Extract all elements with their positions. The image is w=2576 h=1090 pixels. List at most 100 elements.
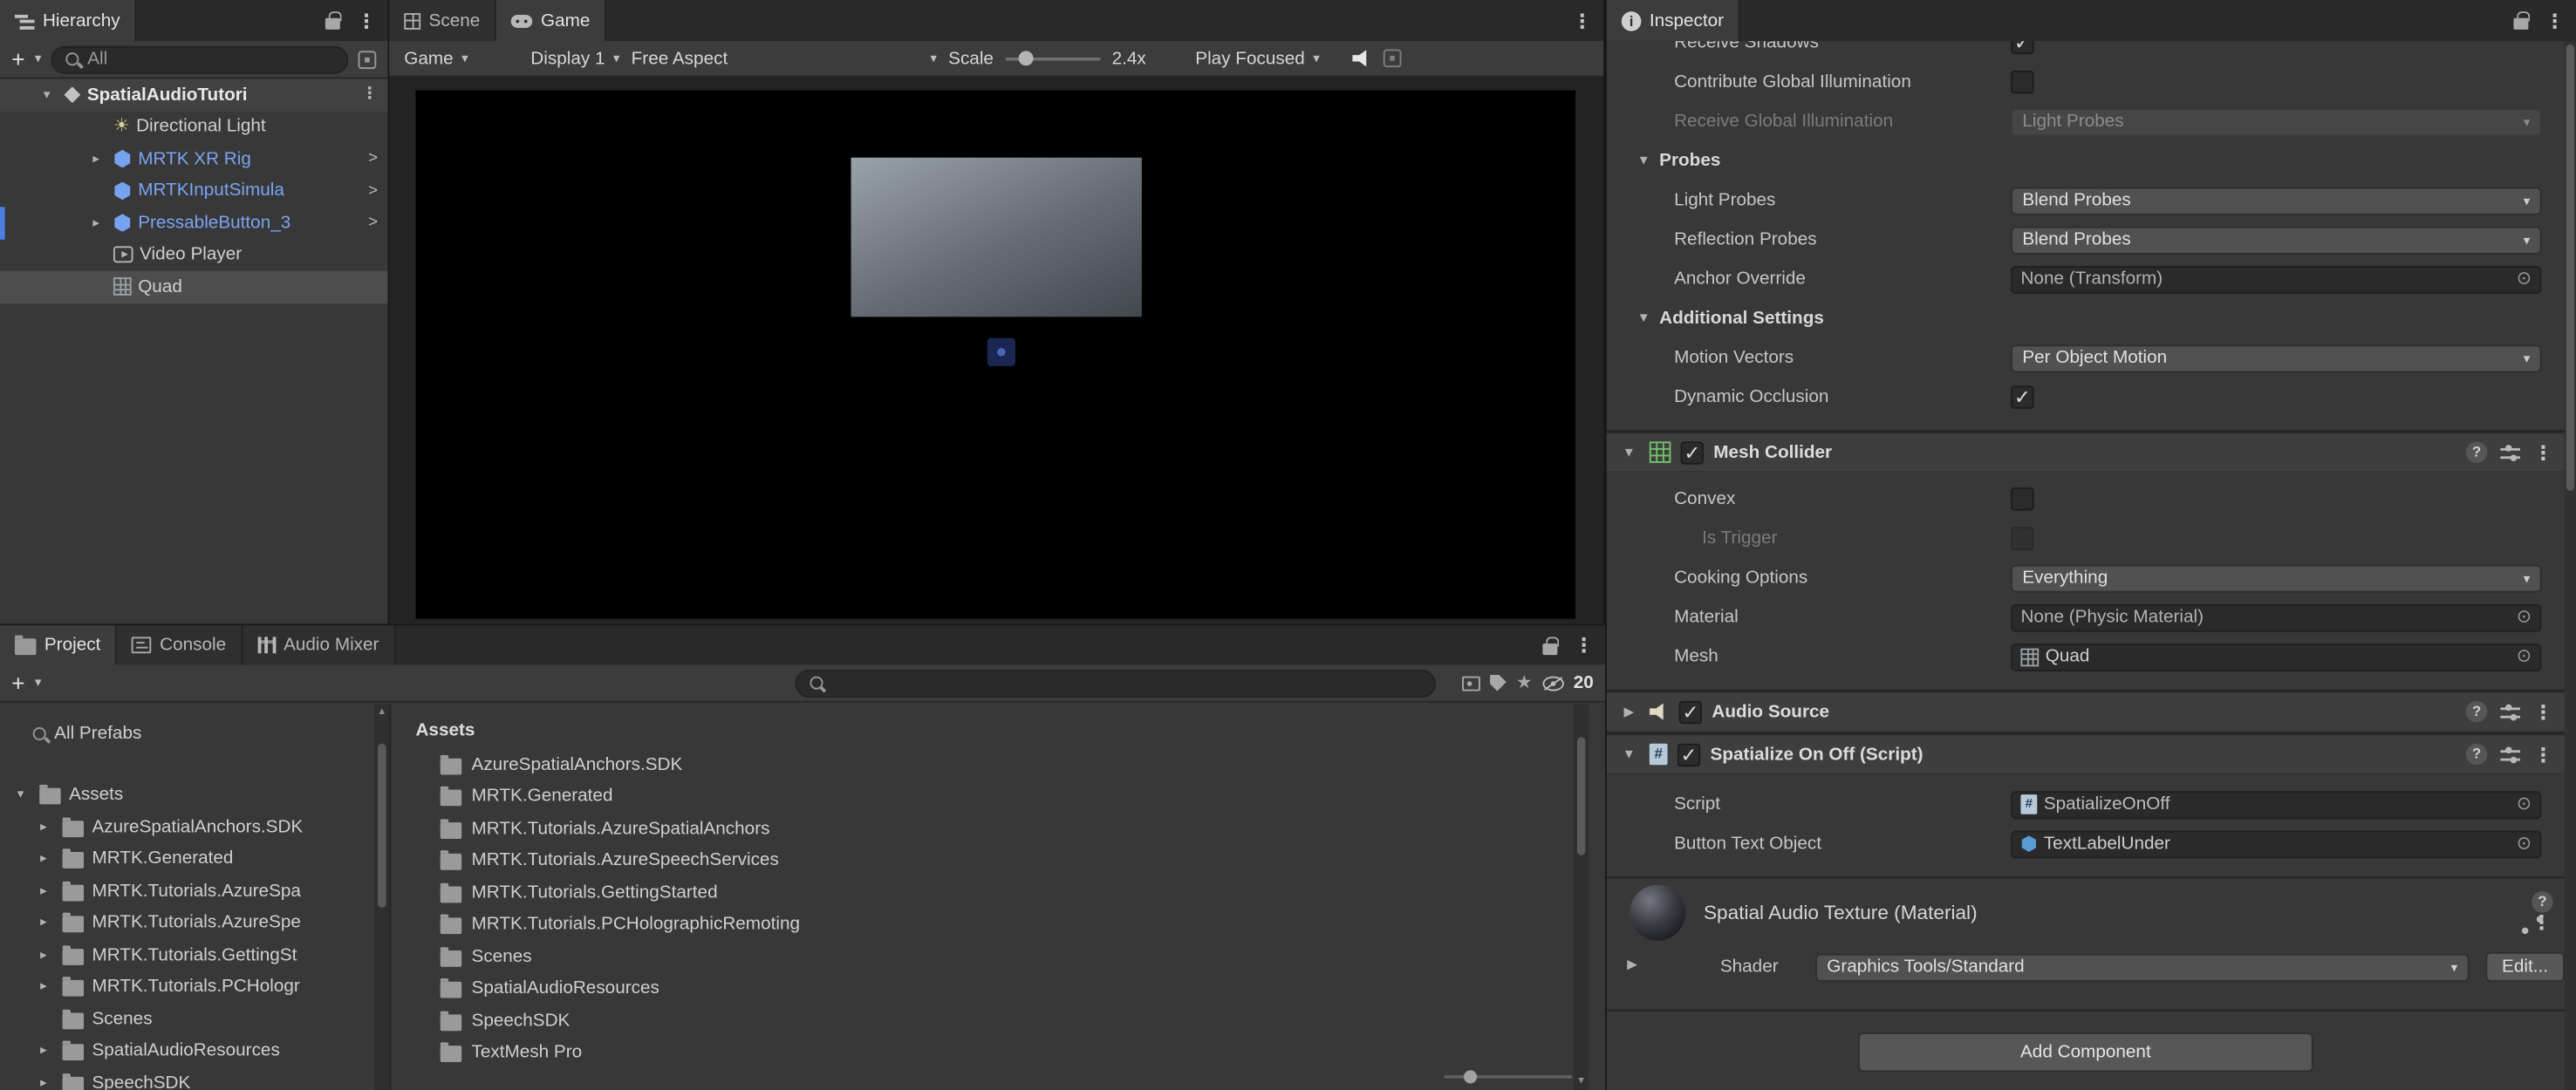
scroll-up-icon[interactable]: ▲ (377, 705, 386, 721)
foldout-icon[interactable]: ▸ (33, 916, 54, 930)
foldout-icon[interactable]: ▸ (33, 948, 54, 962)
help-icon[interactable]: ? (2465, 441, 2488, 463)
scale-slider[interactable] (1005, 51, 1101, 66)
foldout-icon[interactable]: ▶ (1618, 705, 1639, 719)
kebab-menu-icon[interactable]: ⋮ (2533, 745, 2553, 765)
physic-material-object-field[interactable]: None (Physic Material) ⊙ (2011, 603, 2542, 631)
tab-hierarchy[interactable]: Hierarchy (0, 0, 137, 42)
hidden-packages-icon[interactable] (1541, 675, 1564, 691)
presets-icon[interactable] (2500, 702, 2520, 721)
kebab-menu-icon[interactable]: ⋮ (1574, 636, 1594, 656)
convex-checkbox[interactable] (2011, 487, 2034, 511)
tab-inspector[interactable]: i Inspector (1606, 0, 1740, 42)
additional-settings-foldout[interactable]: ▼ Additional Settings (1607, 299, 2565, 338)
open-prefab-chevron-icon[interactable]: > (368, 181, 387, 200)
receive-shadows-checkbox[interactable]: ✓ (2011, 41, 2034, 55)
scrollbar-thumb[interactable] (2566, 44, 2575, 491)
folder-item[interactable]: MRTK.Tutorials.PCHolographicRemoting (391, 909, 1605, 941)
scale-slider-knob[interactable] (1018, 51, 1034, 66)
folder-item[interactable]: MRTK.Generated (391, 780, 1605, 813)
object-picker-icon[interactable]: ⊙ (2517, 608, 2532, 626)
tree-folder[interactable]: Scenes (0, 1003, 389, 1035)
foldout-icon[interactable]: ▸ (33, 820, 54, 834)
foldout-icon[interactable]: ▸ (33, 852, 54, 865)
folder-item[interactable]: SpeechSDK (391, 1005, 1605, 1037)
foldout-icon[interactable]: ▸ (33, 979, 54, 993)
folder-item[interactable]: MRTK.Tutorials.GettingStarted (391, 876, 1605, 909)
tree-folder[interactable]: ▸ MRTK.Tutorials.AzureSpa (0, 875, 389, 907)
scene-kebab-icon[interactable]: ⋮ (361, 85, 387, 103)
create-asset-button[interactable]: + (11, 671, 24, 694)
help-icon[interactable]: ? (2465, 700, 2488, 723)
foldout-icon[interactable]: ▾ (36, 87, 57, 101)
material-header[interactable]: Spatial Audio Texture (Material) ? ⋮ (1607, 878, 2565, 947)
tree-folder[interactable]: ▸ MRTK.Tutorials.AzureSpe (0, 907, 389, 939)
object-picker-icon[interactable]: ⊙ (2517, 269, 2532, 289)
scroll-down-icon[interactable]: ▼ (1576, 1073, 1586, 1090)
open-prefab-chevron-icon[interactable]: > (368, 214, 387, 232)
tab-console[interactable]: Console (117, 625, 243, 665)
foldout-icon[interactable]: ▸ (33, 1044, 54, 1058)
edit-shader-button[interactable]: Edit... (2485, 951, 2565, 982)
play-focus-dropdown[interactable]: Play Focused ▾ (1195, 49, 1320, 69)
shader-dropdown[interactable]: Graphics Tools/Standard ▾ (1815, 952, 2470, 981)
reflection-probes-dropdown[interactable]: Blend Probes ▾ (2011, 225, 2542, 254)
hierarchy-item-mrtk-xr-rig[interactable]: ▸ MRTK XR Rig > (0, 143, 387, 175)
tree-folder[interactable]: ▸ MRTK.Generated (0, 843, 389, 875)
lock-icon[interactable] (2513, 11, 2530, 30)
component-enabled-checkbox[interactable]: ✓ (1677, 742, 1701, 766)
tree-root-assets[interactable]: ▾ Assets (0, 779, 389, 811)
kebab-menu-icon[interactable]: ⋮ (2533, 442, 2553, 462)
search-by-type-icon[interactable] (1461, 675, 1480, 691)
display-dropdown[interactable]: Display 1 ▾ (530, 49, 619, 69)
hierarchy-item-mrtk-input-simulator[interactable]: MRTKInputSimula > (0, 174, 387, 207)
tab-scene[interactable]: Scene (389, 0, 497, 42)
add-component-button[interactable]: Add Component (1858, 1032, 2313, 1073)
mute-audio-icon[interactable] (1352, 50, 1367, 67)
dynamic-occlusion-checkbox[interactable]: ✓ (2011, 385, 2034, 409)
hierarchy-item-video-player[interactable]: Video Player (0, 239, 387, 271)
light-probes-dropdown[interactable]: Blend Probes ▾ (2011, 186, 2542, 215)
lock-icon[interactable] (325, 11, 341, 30)
receive-shadows-row[interactable]: Receive Shadows ✓ (1607, 41, 2565, 62)
icon-size-knob[interactable] (1464, 1070, 1478, 1084)
tree-scrollbar[interactable]: ▲ (374, 704, 390, 1090)
object-picker-icon[interactable]: ⊙ (2517, 834, 2532, 853)
foldout-icon[interactable]: ▸ (33, 883, 54, 897)
display-target-dropdown[interactable]: Game ▾ (404, 49, 468, 69)
kebab-menu-icon[interactable]: ⋮ (1572, 10, 1592, 31)
lock-icon[interactable] (1542, 636, 1559, 655)
scrollbar-thumb[interactable] (378, 743, 386, 909)
foldout-icon[interactable]: ▸ (33, 1076, 54, 1089)
script-object-field[interactable]: # SpatializeOnOff ⊙ (2011, 790, 2542, 819)
game-viewport[interactable] (415, 90, 1576, 619)
anchor-override-object-field[interactable]: None (Transform) ⊙ (2011, 265, 2542, 294)
foldout-icon[interactable]: ▼ (1633, 153, 1654, 167)
inspector-scrollbar[interactable] (2564, 41, 2576, 1090)
folder-item[interactable]: Scenes (391, 941, 1605, 973)
favorites-icon[interactable]: ★ (1516, 673, 1533, 692)
tab-project[interactable]: Project (0, 625, 118, 665)
mesh-object-field[interactable]: Quad ⊙ (2011, 642, 2542, 671)
material-preview-sphere[interactable] (1630, 884, 1686, 941)
foldout-icon[interactable]: ▼ (1618, 445, 1639, 459)
foldout-icon[interactable]: ▼ (1633, 311, 1654, 325)
list-scrollbar[interactable]: ▼ (1574, 704, 1589, 1090)
button-text-object-field[interactable]: TextLabelUnder ⊙ (2011, 829, 2542, 858)
create-dropdown-caret[interactable]: ▾ (35, 51, 42, 65)
contribute-gi-checkbox[interactable] (2011, 70, 2034, 94)
folder-item[interactable]: MRTK.Tutorials.AzureSpeechServices (391, 845, 1605, 877)
receive-gi-dropdown[interactable]: Light Probes ▾ (2011, 107, 2542, 136)
mesh-collider-header[interactable]: ▼ ✓ Mesh Collider ? ⋮ (1606, 432, 2565, 473)
tree-folder[interactable]: ▸ MRTK.Tutorials.PCHologr (0, 971, 389, 1003)
icon-size-slider[interactable] (1444, 1070, 1573, 1084)
tree-folder[interactable]: ▸ MRTK.Tutorials.GettingSt (0, 939, 389, 971)
tree-folder[interactable]: ▸ SpeechSDK (0, 1067, 389, 1090)
project-search-input[interactable] (795, 669, 1436, 698)
kebab-menu-icon[interactable]: ⋮ (357, 10, 377, 31)
scene-picker-icon[interactable] (358, 50, 377, 69)
object-picker-icon[interactable]: ⊙ (2517, 647, 2532, 666)
create-object-button[interactable]: + (11, 48, 24, 71)
aspect-ratio-dropdown[interactable]: Free Aspect ▾ (632, 49, 937, 69)
tab-audio-mixer[interactable]: Audio Mixer (242, 625, 396, 665)
